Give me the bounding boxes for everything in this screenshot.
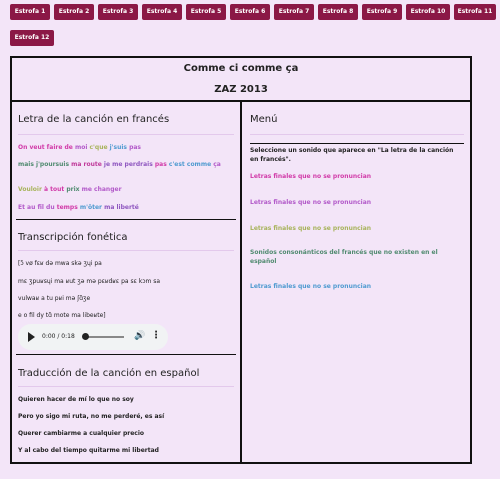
more-options-icon[interactable]: ⋮ <box>151 330 161 341</box>
tab-estrofa-12[interactable]: Estrofa 12 <box>10 30 54 46</box>
tab-estrofa-6[interactable]: Estrofa 6 <box>230 4 270 20</box>
lyric-segment: ça <box>213 161 221 168</box>
lyrics-line-3: Vouloir à tout prix me changer <box>18 186 122 193</box>
divider <box>250 134 464 135</box>
translation-line-3: Querer cambiarme a cualquier precio <box>18 430 145 437</box>
menu-column: Menú Seleccione un sonido que aparece en… <box>242 102 470 462</box>
tab-estrofa-3[interactable]: Estrofa 3 <box>98 4 138 20</box>
phonetic-line-4: e o fil dy tɑ̃ mote ma libeʁte] <box>18 312 106 319</box>
audio-progress-knob[interactable] <box>82 333 89 340</box>
audio-progress-bar[interactable] <box>84 336 124 338</box>
song-panel: Comme ci comme ça ZAZ 2013 Letra de la c… <box>10 56 472 464</box>
lyric-segment: c'que <box>89 144 110 151</box>
lyric-segment: j'suis <box>109 144 130 151</box>
divider <box>18 250 234 251</box>
phonetic-heading: Transcripción fonética <box>18 232 128 243</box>
lyrics-line-4: Et au fil du temps m'ôter ma liberté <box>18 204 139 211</box>
lyrics-line-1: On veut faire de moi c'que j'suis pas <box>18 144 141 151</box>
phonetic-line-1: [ɔ̃ vø fɛʁ də mwa skə ʒɥi pa <box>18 260 102 267</box>
lyric-segment: c'est comme <box>168 161 214 168</box>
menu-heading: Menú <box>250 114 278 125</box>
menu-item-1[interactable]: Letras finales que no se pronuncian <box>250 172 456 181</box>
lyric-segment: Et au fil du <box>18 204 57 211</box>
lyric-segment: Vouloir <box>18 186 44 193</box>
song-header: Comme ci comme ça ZAZ 2013 <box>12 58 470 102</box>
menu-item-5[interactable]: Letras finales que no se pronuncian <box>250 282 456 291</box>
phonetic-line-3: vulwaʁ a tu pʁi mə ʃɑ̃ʒe <box>18 295 91 302</box>
lyric-segment: On veut faire de <box>18 144 75 151</box>
menu-item-4[interactable]: Sonidos consonánticos del francés que no… <box>250 248 456 266</box>
volume-icon[interactable]: 🔊 <box>134 331 145 341</box>
phonetic-line-2: mɛ ʒpuʁsɥi ma ʁut ʒə mə pɛʁdʁɛ pa sɛ kɔm… <box>18 278 161 285</box>
lyric-segment: temps <box>56 204 80 211</box>
menu-intro: Seleccione un sonido que aparece en "La … <box>250 147 454 163</box>
section-divider <box>16 219 236 220</box>
lyric-segment: m'ôter <box>79 204 105 211</box>
tab-estrofa-10[interactable]: Estrofa 10 <box>406 4 450 20</box>
translation-line-4: Y al cabo del tiempo quitarme mi liberta… <box>18 447 159 454</box>
menu-item-2[interactable]: Letras finales que no se pronuncian <box>250 198 456 207</box>
lyric-segment: pas <box>129 144 141 151</box>
tab-estrofa-1[interactable]: Estrofa 1 <box>10 4 50 20</box>
lyrics-heading: Letra de la canción en francés <box>18 114 170 125</box>
song-artist-year: ZAZ 2013 <box>214 84 268 95</box>
lyric-segment: pas <box>154 161 169 168</box>
lyric-segment: me changer <box>81 186 122 193</box>
lyrics-line-2: mais j'poursuis ma route je me perdrais … <box>18 161 221 168</box>
lyric-segment: ma route <box>71 161 104 168</box>
tab-estrofa-2[interactable]: Estrofa 2 <box>54 4 94 20</box>
menu-divider <box>250 143 464 144</box>
lyric-segment: mais j'poursuis <box>18 161 72 168</box>
tab-estrofa-5[interactable]: Estrofa 5 <box>186 4 226 20</box>
audio-player[interactable]: 0:00 / 0:18 🔊 ⋮ <box>18 324 168 350</box>
lyric-segment: prix <box>66 186 82 193</box>
tab-estrofa-4[interactable]: Estrofa 4 <box>142 4 182 20</box>
section-divider <box>16 354 236 355</box>
song-title: Comme ci comme ça <box>183 63 299 74</box>
audio-time: 0:00 / 0:18 <box>42 333 75 340</box>
left-column: Letra de la canción en francés On veut f… <box>12 102 242 462</box>
translation-line-1: Quieren hacer de mí lo que no soy <box>18 396 134 403</box>
tab-estrofa-11[interactable]: Estrofa 11 <box>454 4 496 20</box>
lyric-segment: à tout <box>44 186 67 193</box>
lyric-segment: je me perdrais <box>103 161 155 168</box>
tab-estrofa-7[interactable]: Estrofa 7 <box>274 4 314 20</box>
divider <box>18 386 234 387</box>
tab-estrofa-8[interactable]: Estrofa 8 <box>318 4 358 20</box>
play-icon[interactable] <box>28 332 35 342</box>
tab-estrofa-9[interactable]: Estrofa 9 <box>362 4 402 20</box>
translation-heading: Traducción de la canción en español <box>18 368 200 379</box>
menu-item-3[interactable]: Letras finales que no se pronuncian <box>250 224 456 233</box>
translation-line-2: Pero yo sigo mi ruta, no me perderé, es … <box>18 413 165 420</box>
lyric-segment: moi <box>74 144 90 151</box>
divider <box>18 134 234 135</box>
lyric-segment: ma liberté <box>104 204 139 211</box>
